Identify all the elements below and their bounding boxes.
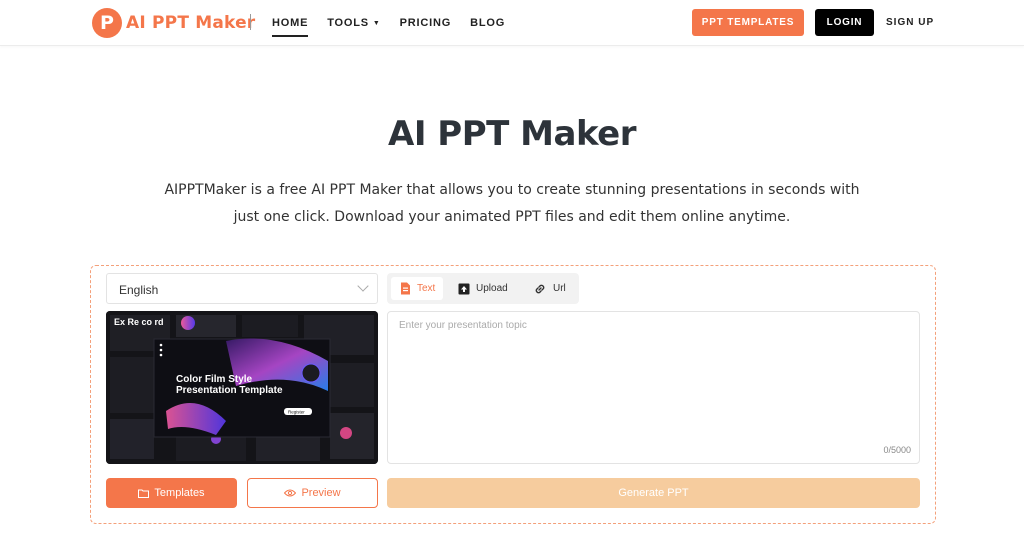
templates-button[interactable]: Templates bbox=[106, 478, 237, 508]
eye-icon bbox=[284, 489, 297, 497]
nav-divider bbox=[250, 14, 251, 30]
nav-links: HOME TOOLS ▼ PRICING BLOG bbox=[272, 0, 524, 46]
nav-link-home[interactable]: HOME bbox=[272, 0, 309, 46]
topic-input-box: 0/5000 bbox=[387, 311, 920, 464]
tab-text[interactable]: Text bbox=[391, 277, 444, 300]
character-counter: 0/5000 bbox=[883, 445, 911, 455]
folder-icon bbox=[138, 489, 150, 498]
input-mode-tabs: Text Upload Url bbox=[387, 273, 579, 304]
nav-link-tools[interactable]: TOOLS ▼ bbox=[327, 0, 380, 46]
login-button[interactable]: LOGIN bbox=[815, 9, 874, 36]
top-navbar: P AI PPT Maker HOME TOOLS ▼ PRICING BLOG … bbox=[0, 0, 1024, 46]
signup-link[interactable]: SIGN UP bbox=[886, 9, 934, 36]
document-icon bbox=[401, 282, 410, 295]
page-title: AI PPT Maker bbox=[388, 114, 636, 154]
slide-title-line2: Presentation Template bbox=[176, 385, 283, 396]
template-collage-graphic: Color Film Style Presentation Template R… bbox=[106, 311, 378, 464]
slide-title-line1: Color Film Style bbox=[176, 374, 253, 385]
nav-link-blog[interactable]: BLOG bbox=[470, 0, 505, 46]
upload-icon bbox=[458, 283, 470, 294]
ppt-templates-button[interactable]: PPT TEMPLATES bbox=[692, 9, 804, 36]
site-logo[interactable]: P AI PPT Maker bbox=[92, 7, 255, 39]
topic-input[interactable] bbox=[388, 312, 919, 463]
tab-url[interactable]: Url bbox=[525, 277, 574, 300]
chevron-down-icon: ▼ bbox=[372, 19, 381, 27]
preview-button[interactable]: Preview bbox=[247, 478, 378, 508]
tab-upload[interactable]: Upload bbox=[450, 277, 516, 300]
language-select[interactable]: English bbox=[106, 273, 378, 304]
nav-link-pricing[interactable]: PRICING bbox=[400, 0, 451, 46]
slide-register-button: Register bbox=[288, 410, 305, 415]
logo-text: AI PPT Maker bbox=[126, 13, 256, 33]
link-icon bbox=[535, 284, 545, 293]
template-preview-image: Color Film Style Presentation Template R… bbox=[106, 311, 378, 464]
logo-badge-icon: P bbox=[92, 8, 122, 38]
hero-description: AIPPTMaker is a free AI PPT Maker that a… bbox=[164, 182, 860, 225]
language-select-value: English bbox=[119, 283, 159, 297]
generate-ppt-button[interactable]: Generate PPT bbox=[387, 478, 920, 508]
side-slide-text: Ex Re co rd bbox=[114, 317, 164, 327]
chevron-down-icon bbox=[357, 280, 369, 292]
